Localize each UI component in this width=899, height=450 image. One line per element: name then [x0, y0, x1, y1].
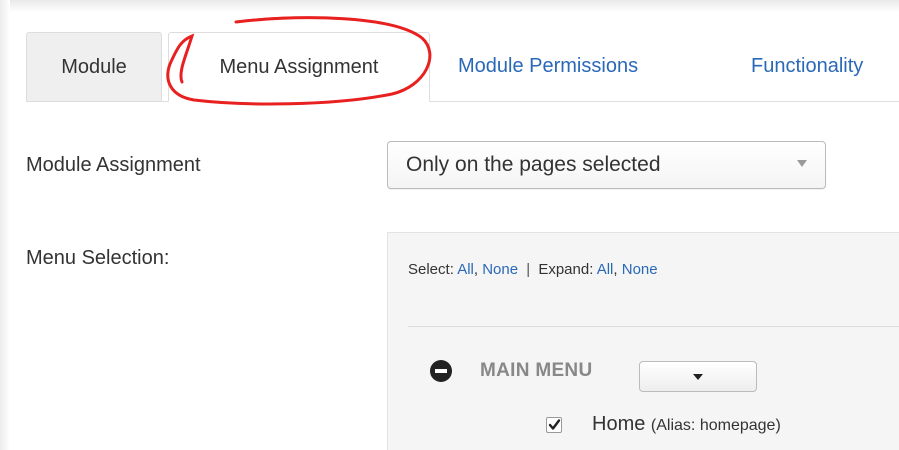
chevron-down-icon	[797, 160, 807, 167]
module-assignment-label: Module Assignment	[26, 154, 201, 176]
select-comma: ,	[473, 261, 479, 278]
left-edge	[0, 0, 10, 450]
controls-separator: |	[526, 261, 531, 278]
top-edge	[0, 0, 899, 12]
expand-none-link[interactable]: None	[622, 261, 658, 278]
tab-module-permissions[interactable]: Module Permissions	[458, 32, 638, 101]
select-all-link[interactable]: All	[457, 261, 474, 278]
menu-item-home-alias: (Alias: homepage)	[650, 417, 781, 434]
main-menu-title: MAIN MENU	[480, 360, 593, 381]
tab-functionality[interactable]: Functionality	[751, 32, 863, 101]
menu-item-home-label: Home	[592, 413, 646, 435]
checkmark-icon	[548, 419, 561, 430]
module-edit-view: Module Menu Assignment Module Permission…	[0, 0, 899, 450]
selection-controls: Select: All, None | Expand: All, None	[408, 261, 658, 278]
module-assignment-value: Only on the pages selected	[406, 153, 661, 176]
select-label: Select:	[408, 261, 454, 278]
collapse-minus-icon[interactable]	[430, 360, 452, 382]
menu-item-home: Home (Alias: homepage)	[592, 413, 781, 436]
module-assignment-select[interactable]: Only on the pages selected	[387, 141, 826, 189]
select-none-link[interactable]: None	[482, 261, 518, 278]
menu-selection-panel: Select: All, None | Expand: All, None MA…	[387, 232, 899, 450]
menu-selection-label: Menu Selection:	[26, 247, 170, 269]
expand-comma: ,	[613, 261, 618, 278]
tab-bar: Module Menu Assignment Module Permission…	[26, 32, 899, 102]
panel-divider	[408, 326, 899, 327]
home-checkbox[interactable]	[546, 417, 562, 433]
tab-menu-assignment[interactable]: Menu Assignment	[168, 32, 430, 102]
expand-all-link[interactable]: All	[597, 261, 614, 278]
expand-label: Expand:	[538, 261, 594, 278]
tab-module[interactable]: Module	[26, 32, 162, 101]
caret-down-icon	[693, 374, 703, 380]
main-menu-dropdown-button[interactable]	[639, 361, 757, 392]
